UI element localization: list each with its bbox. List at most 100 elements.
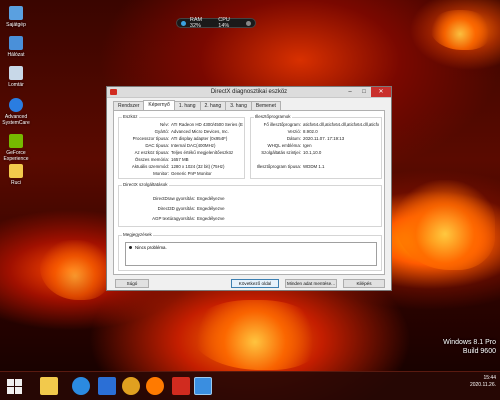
field-label: DirectDraw gyorsítás: [153,196,195,201]
system-tray[interactable]: 15:44 2020.11.26. [470,375,496,389]
chrome-icon[interactable] [122,377,140,395]
field-label: Gyártó: [154,129,169,134]
feature-row: Direct3D gyorsítás: Engedélyezve [123,206,257,211]
device-row: Összes memória: 1657 MB [121,157,243,162]
tab-sound-1[interactable]: 1. hang [173,101,201,110]
desktop-icon-folder[interactable]: Ruci [2,164,30,186]
field-value: WDDM 1.1 [303,164,325,169]
advanced-systemcare-icon [9,98,23,112]
field-value: 2020.11.07. 17:19:13 [303,136,345,141]
field-label: Direct3D gyorsítás: [157,206,195,211]
window-controls: – □ ✕ [343,87,391,97]
field-label: Monitor: [153,171,169,176]
field-value: 1657 MB [171,157,189,162]
device-row: Processzor típusa: ATI display adapter (0… [121,136,243,141]
field-label: AGP textúragyorsítás: [152,216,195,221]
store-icon[interactable] [98,377,116,395]
tab-input[interactable]: Bemenet [250,101,281,110]
next-page-button[interactable]: Következő oldal [231,279,279,288]
field-value: 1280 x 1024 (32 bit) (75Hz) [171,164,225,169]
desktop-icon-label: Ruci [10,180,21,186]
device-row: Gyártó: Advanced Micro Devices, Inc. [121,129,243,134]
field-label: Verzió: [287,129,301,134]
network-icon [9,36,23,50]
display-tab-panel: Eszköz Név: ATI Radeon HD 4300/4500 Serie… [113,110,385,275]
field-value: ATI display adapter (0x954F) [171,136,228,141]
desktop-icon-label: GeForce Experience [3,150,29,162]
driver-row: Szolgáltatás szintjei: 10.1,10.0 [253,150,379,155]
app-red-icon[interactable] [172,377,190,395]
widget-toggle-icon[interactable] [246,20,251,26]
feature-row: DirectDraw gyorsítás: Engedélyezve [123,196,257,201]
field-value: Engedélyezve [197,216,225,221]
device-row: Monitor: Generic PnP Monitor [121,171,243,176]
maximize-button[interactable]: □ [357,87,371,97]
internet-explorer-icon[interactable] [72,377,90,395]
feature-row: AGP textúragyorsítás: Engedélyezve [123,216,257,221]
minimize-button[interactable]: – [343,87,357,97]
field-label: Processzor típusa: [132,136,169,141]
desktop-icon-computer[interactable]: Sajátgép [2,6,30,28]
close-button[interactable]: ✕ [371,87,391,97]
exit-button[interactable]: Kilépés [343,279,385,288]
start-button-icon [15,387,22,394]
dxdiag-window: DirectX diagnosztikai eszköz – □ ✕ Rends… [106,86,392,291]
device-group-title: Eszköz [122,114,139,119]
field-label: Aktuális üzemmód: [131,164,169,169]
recycle-bin-icon [9,66,23,80]
driver-row: Verzió: 8.902.0 [253,129,379,134]
cpu-usage: CPU 14% [218,17,230,29]
bullet-icon [129,246,132,250]
clock-date: 2020.11.26. [469,382,496,388]
field-value: Engedélyezve [197,196,225,201]
field-label: Fő illesztőprogram: [263,122,301,127]
desktop-icon-label: Sajátgép [6,22,26,28]
field-value: aticfx64.dll,aticfx64.dll,aticfx64.dll,a… [303,122,379,127]
device-row: Név:ATI Radeon HD 4300/4500 Series (Engi… [121,122,243,127]
save-all-button[interactable]: Minden adat mentése... [285,279,337,288]
features-group-title: DirectX szolgáltatások [122,182,169,187]
desktop-icon-label: Advanced SystemCare [2,114,30,126]
desktop-icon-label: Hálózat [7,52,25,58]
clock-time: 15:44 [483,375,496,381]
field-label: Összes memória: [134,157,169,162]
desktop-icon-network[interactable]: Hálózat [2,36,30,58]
desktop-icon-recycle-bin[interactable]: Lomtár [2,66,30,88]
device-row: Az eszköz típusa: Teljes értékű megjelení… [121,150,243,155]
media-player-icon[interactable] [146,377,164,395]
device-row: Aktuális üzemmód: 1280 x 1024 (32 bit) (7… [121,164,243,169]
tab-system[interactable]: Rendszer [113,101,145,110]
geforce-icon [9,134,23,148]
driver-row: Fő illesztőprogram: aticfx64.dll,aticfx64… [253,122,379,127]
driver-row: Illesztőprogram típusa: WDDM 1.1 [253,164,379,169]
dxdiag-taskbar-icon[interactable] [194,377,212,395]
tab-sound-3[interactable]: 3. hang [225,101,252,110]
desktop-icon-advanced-systemcare[interactable]: Advanced SystemCare [2,98,30,126]
driver-row: WHQL embléma: Igen [253,143,379,148]
field-value: ATI Radeon HD 4300/4500 Series (Engineer… [171,122,243,127]
field-label: Szolgáltatás szintjei: [261,150,301,155]
field-value: 8.902.0 [303,129,318,134]
desktop-icon-label: Lomtár [8,82,24,88]
tab-sound-2[interactable]: 2. hang [199,101,227,110]
field-value: Igen [303,143,312,148]
file-explorer-icon[interactable] [40,377,58,395]
directx-features-group: DirectX szolgáltatások DirectDraw gyorsí… [118,182,382,227]
windows-edition: Windows 8.1 Pro [443,339,496,346]
field-label: DAC típusa: [145,143,169,148]
field-value: 10.1,10.0 [303,150,322,155]
notes-textbox[interactable]: Nincs probléma. [125,242,377,266]
notes-item: Nincs probléma. [135,245,167,250]
ram-usage: RAM 32% [189,17,203,29]
field-value: Generic PnP Monitor [171,171,212,176]
start-button[interactable] [5,377,23,395]
notes-group-title: Megjegyzések [122,232,153,237]
help-button[interactable]: Súgó [115,279,149,288]
desktop-icon-geforce[interactable]: GeForce Experience [2,134,30,162]
field-value: Advanced Micro Devices, Inc. [171,129,229,134]
tab-display[interactable]: Képernyő [143,100,175,110]
performance-widget[interactable]: RAM 32% CPU 14% [176,17,256,29]
field-label: Illesztőprogram típusa: [256,164,301,169]
window-titlebar[interactable]: DirectX diagnosztikai eszköz – □ ✕ [107,87,391,98]
notes-group: Megjegyzések Nincs probléma. [118,232,382,271]
